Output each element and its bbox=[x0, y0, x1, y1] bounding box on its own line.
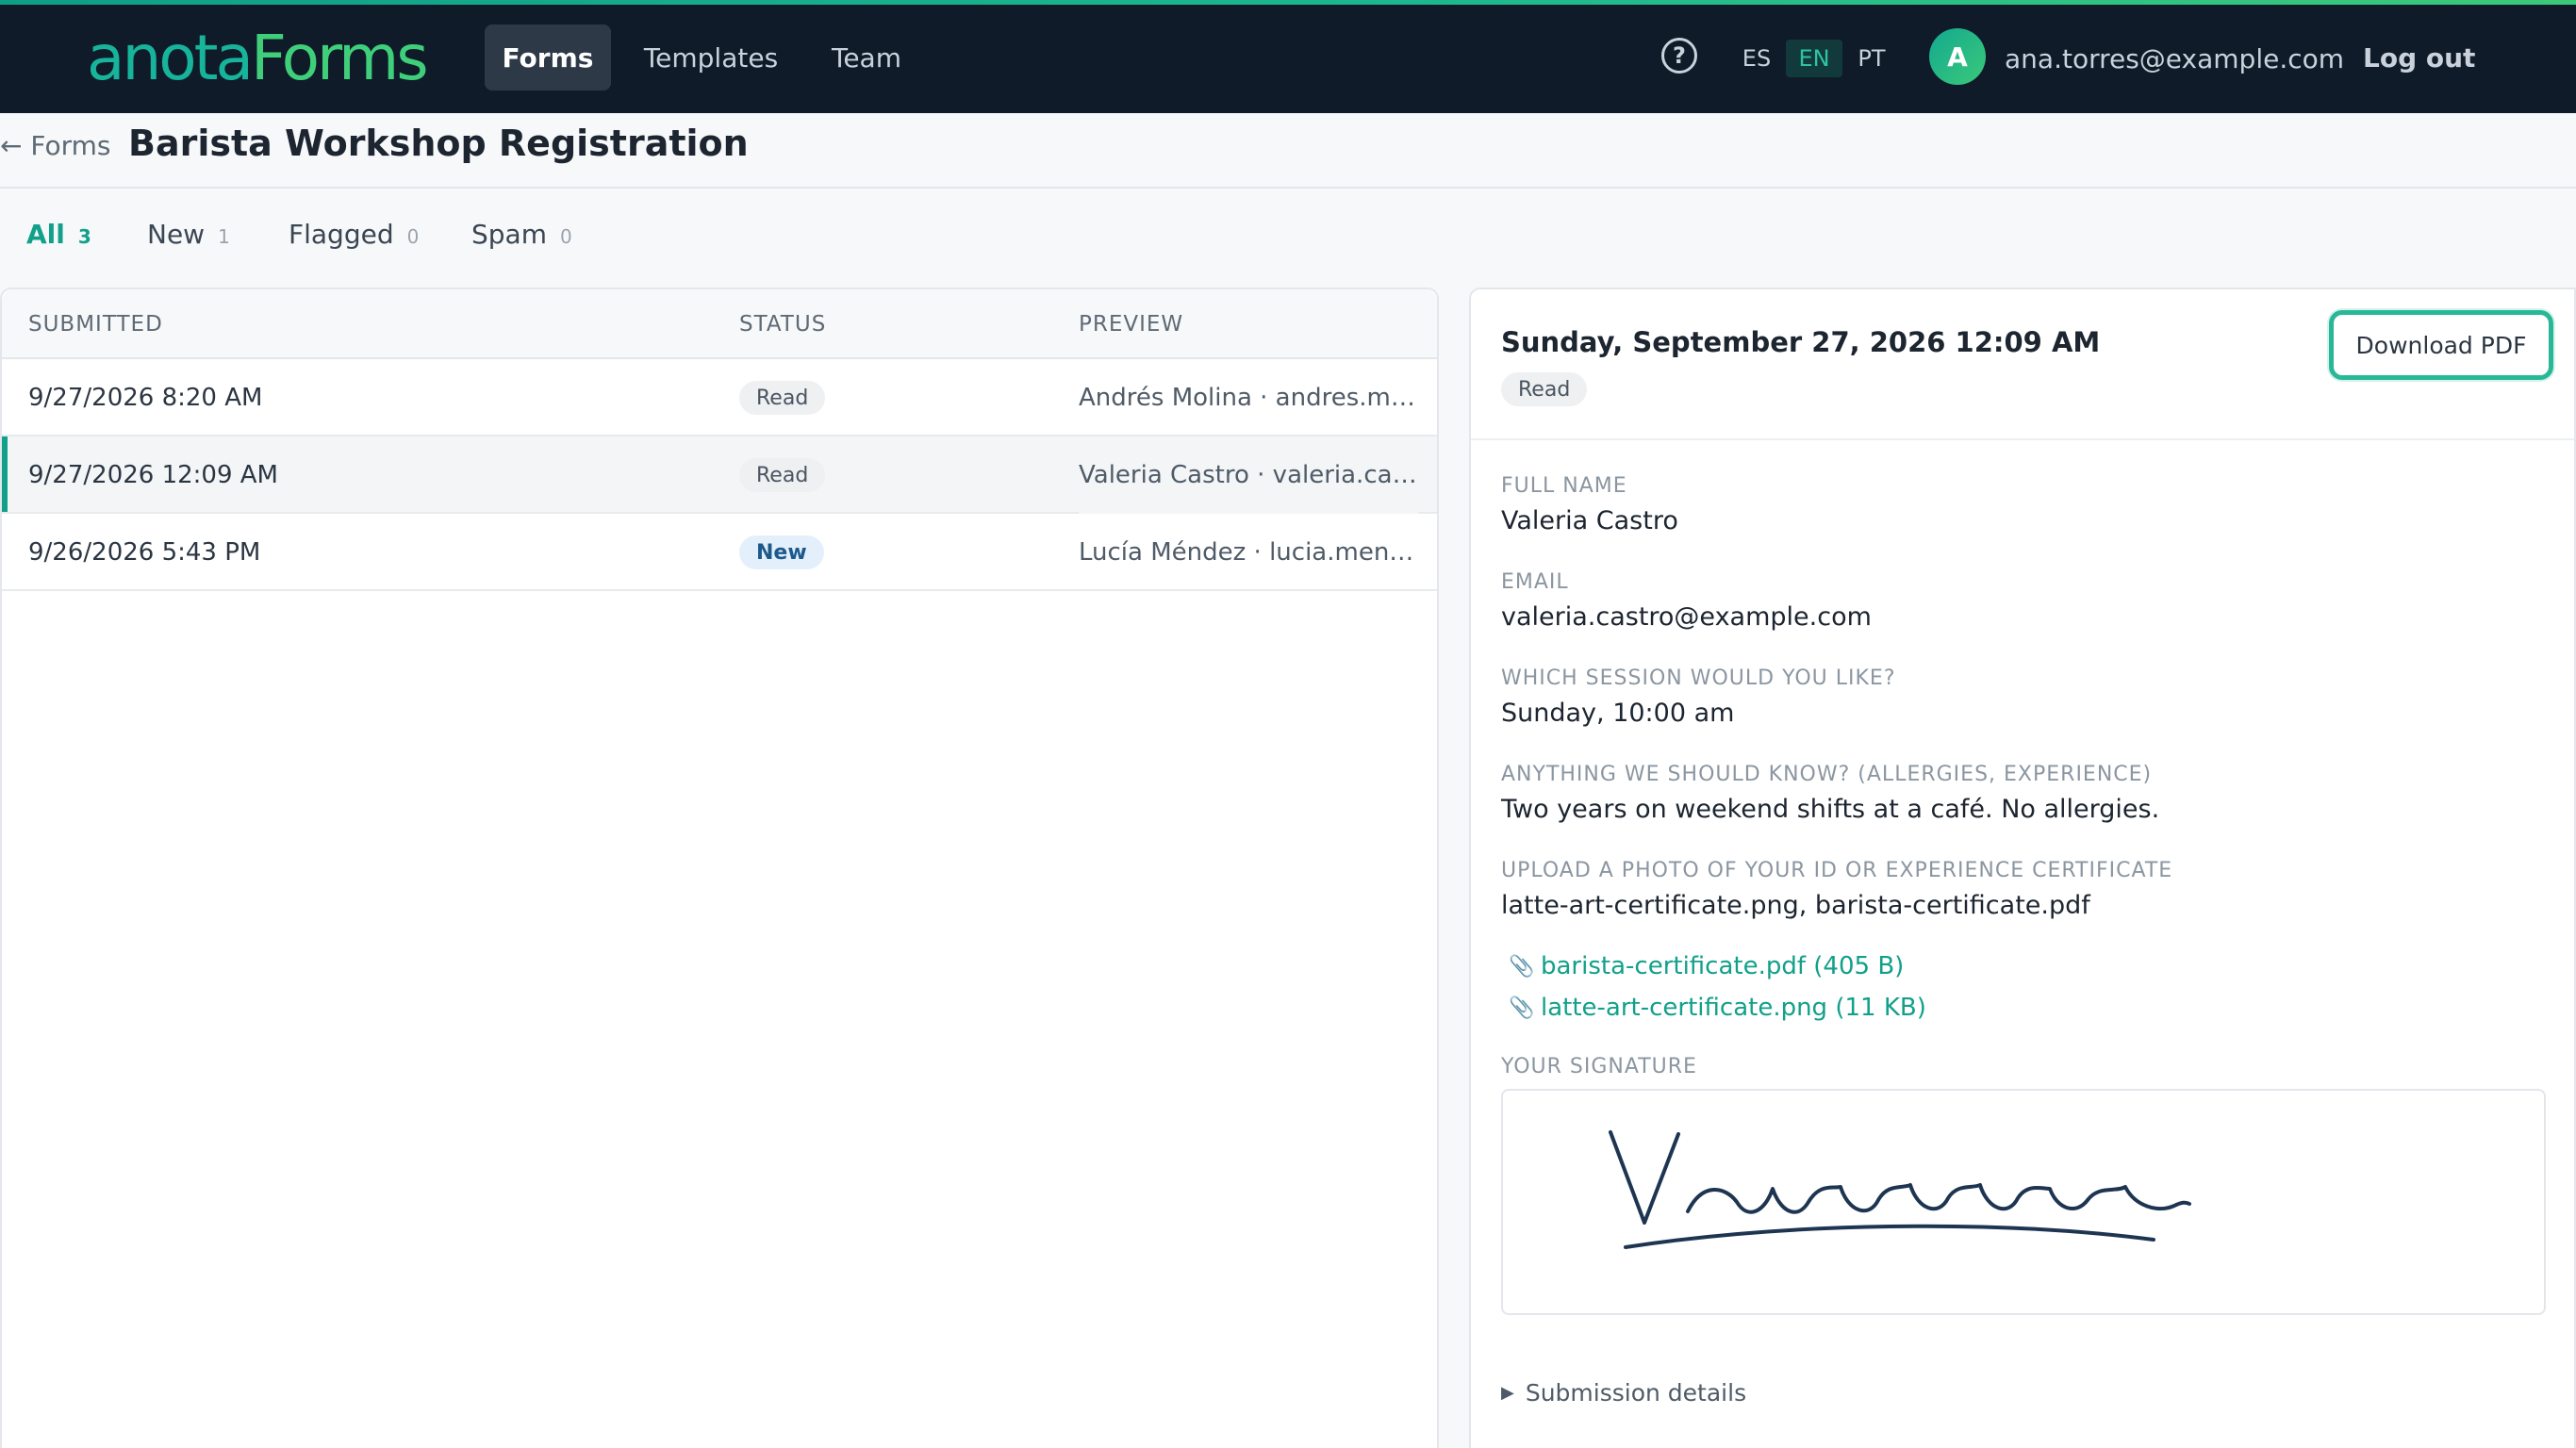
submissions-list: SUBMITTED STATUS PREVIEW 9/27/2026 8:20 … bbox=[0, 288, 1439, 1448]
column-header-preview[interactable]: PREVIEW bbox=[1079, 312, 1183, 337]
field-value-email: valeria.castro@example.com bbox=[1501, 602, 1872, 632]
row-status: Read bbox=[739, 436, 826, 514]
paperclip-icon: 📎 bbox=[1509, 996, 1535, 1020]
table-row-selected[interactable]: 9/27/2026 12:09 AM Read Valeria Castro ·… bbox=[2, 436, 1437, 514]
app-logo[interactable]: anota Forms bbox=[87, 21, 429, 94]
table-row[interactable]: 9/27/2026 8:20 AM Read Andrés Molina · a… bbox=[2, 359, 1437, 436]
tab-spam[interactable]: Spam 0 bbox=[471, 219, 572, 260]
back-to-forms-link[interactable]: ← Forms bbox=[0, 126, 110, 164]
signature-box bbox=[1501, 1089, 2546, 1315]
attachment-label: latte-art-certificate.png (11 KB) bbox=[1541, 994, 1926, 1022]
user-email[interactable]: ana.torres@example.com bbox=[2005, 38, 2344, 79]
attachment-label: barista-certificate.pdf (405 B) bbox=[1541, 952, 1905, 980]
field-label-email: EMAIL bbox=[1501, 570, 1569, 594]
nav-forms[interactable]: Forms bbox=[485, 25, 611, 90]
page-title: Barista Workshop Registration bbox=[128, 123, 749, 164]
table-row[interactable]: 9/26/2026 5:43 PM New Lucía Méndez · luc… bbox=[2, 514, 1437, 591]
status-badge: New bbox=[739, 535, 824, 569]
row-preview: Andrés Molina · andres.moli... bbox=[1079, 384, 1418, 412]
row-submitted: 9/26/2026 5:43 PM bbox=[28, 538, 261, 567]
column-header-submitted[interactable]: SUBMITTED bbox=[28, 312, 163, 337]
tab-new-count: 1 bbox=[218, 225, 230, 248]
lang-pt[interactable]: PT bbox=[1848, 40, 1895, 77]
paperclip-icon: 📎 bbox=[1509, 954, 1535, 979]
question-circle-icon[interactable]: ? bbox=[1661, 38, 1697, 74]
field-label-signature: YOUR SIGNATURE bbox=[1501, 1055, 1697, 1078]
field-label-notes: ANYTHING WE SHOULD KNOW? (ALLERGIES, EXP… bbox=[1501, 763, 2153, 786]
caret-right-icon: ▶ bbox=[1501, 1382, 1514, 1403]
tab-flagged[interactable]: Flagged 0 bbox=[289, 219, 419, 260]
status-badge: Read bbox=[739, 381, 826, 415]
field-value-upload: latte-art-certificate.png, barista-certi… bbox=[1501, 891, 2090, 920]
avatar[interactable]: A bbox=[1929, 28, 1986, 85]
field-label-upload: UPLOAD A PHOTO OF YOUR ID OR EXPERIENCE … bbox=[1501, 859, 2173, 882]
field-value-session: Sunday, 10:00 am bbox=[1501, 699, 1735, 728]
field-label-full-name: FULL NAME bbox=[1501, 474, 1627, 498]
nav-team[interactable]: Team bbox=[815, 25, 918, 90]
lang-en[interactable]: EN bbox=[1786, 40, 1842, 77]
submission-details-toggle[interactable]: ▶ Submission details bbox=[1501, 1374, 1746, 1411]
download-pdf-button[interactable]: Download PDF bbox=[2329, 310, 2553, 380]
nav-templates[interactable]: Templates bbox=[632, 25, 790, 90]
tab-new[interactable]: New 1 bbox=[147, 219, 230, 260]
status-badge: Read bbox=[1501, 372, 1588, 406]
detail-status: Read bbox=[1501, 372, 1588, 406]
status-badge: Read bbox=[739, 458, 826, 492]
row-submitted: 9/27/2026 8:20 AM bbox=[28, 384, 263, 412]
lang-es[interactable]: ES bbox=[1733, 40, 1780, 77]
field-value-full-name: Valeria Castro bbox=[1501, 506, 1678, 535]
attachment-link[interactable]: 📎 barista-certificate.pdf (405 B) bbox=[1509, 949, 1904, 983]
header-divider bbox=[0, 187, 2576, 189]
row-submitted: 9/27/2026 12:09 AM bbox=[28, 461, 278, 489]
tab-flagged-count: 0 bbox=[406, 225, 420, 248]
logout-button[interactable]: Log out bbox=[2363, 36, 2475, 79]
signature-drawing bbox=[1609, 1130, 2191, 1249]
attachment-link[interactable]: 📎 latte-art-certificate.png (11 KB) bbox=[1509, 991, 1926, 1025]
row-preview: Valeria Castro · valeria.castr... bbox=[1079, 436, 1418, 514]
table-header: SUBMITTED STATUS PREVIEW bbox=[2, 289, 1437, 359]
row-status: New bbox=[739, 514, 824, 591]
submission-detail: Sunday, September 27, 2026 12:09 AM Read… bbox=[1469, 288, 2576, 1448]
top-navbar: anota Forms Forms Templates Team ? ES EN … bbox=[0, 0, 2576, 113]
navbar-accent-stripe bbox=[0, 0, 2576, 5]
field-value-notes: Two years on weekend shifts at a café. N… bbox=[1501, 795, 2160, 824]
tab-all[interactable]: All 3 bbox=[26, 219, 91, 260]
row-status: Read bbox=[739, 359, 826, 436]
detail-divider bbox=[1471, 438, 2574, 440]
column-header-status[interactable]: STATUS bbox=[739, 312, 826, 337]
field-label-session: WHICH SESSION WOULD YOU LIKE? bbox=[1501, 666, 1896, 690]
submission-date: Sunday, September 27, 2026 12:09 AM bbox=[1501, 326, 2101, 358]
row-preview: Lucía Méndez · lucia.mende... bbox=[1079, 538, 1418, 567]
tab-spam-count: 0 bbox=[559, 225, 572, 248]
tab-all-count: 3 bbox=[77, 225, 91, 248]
